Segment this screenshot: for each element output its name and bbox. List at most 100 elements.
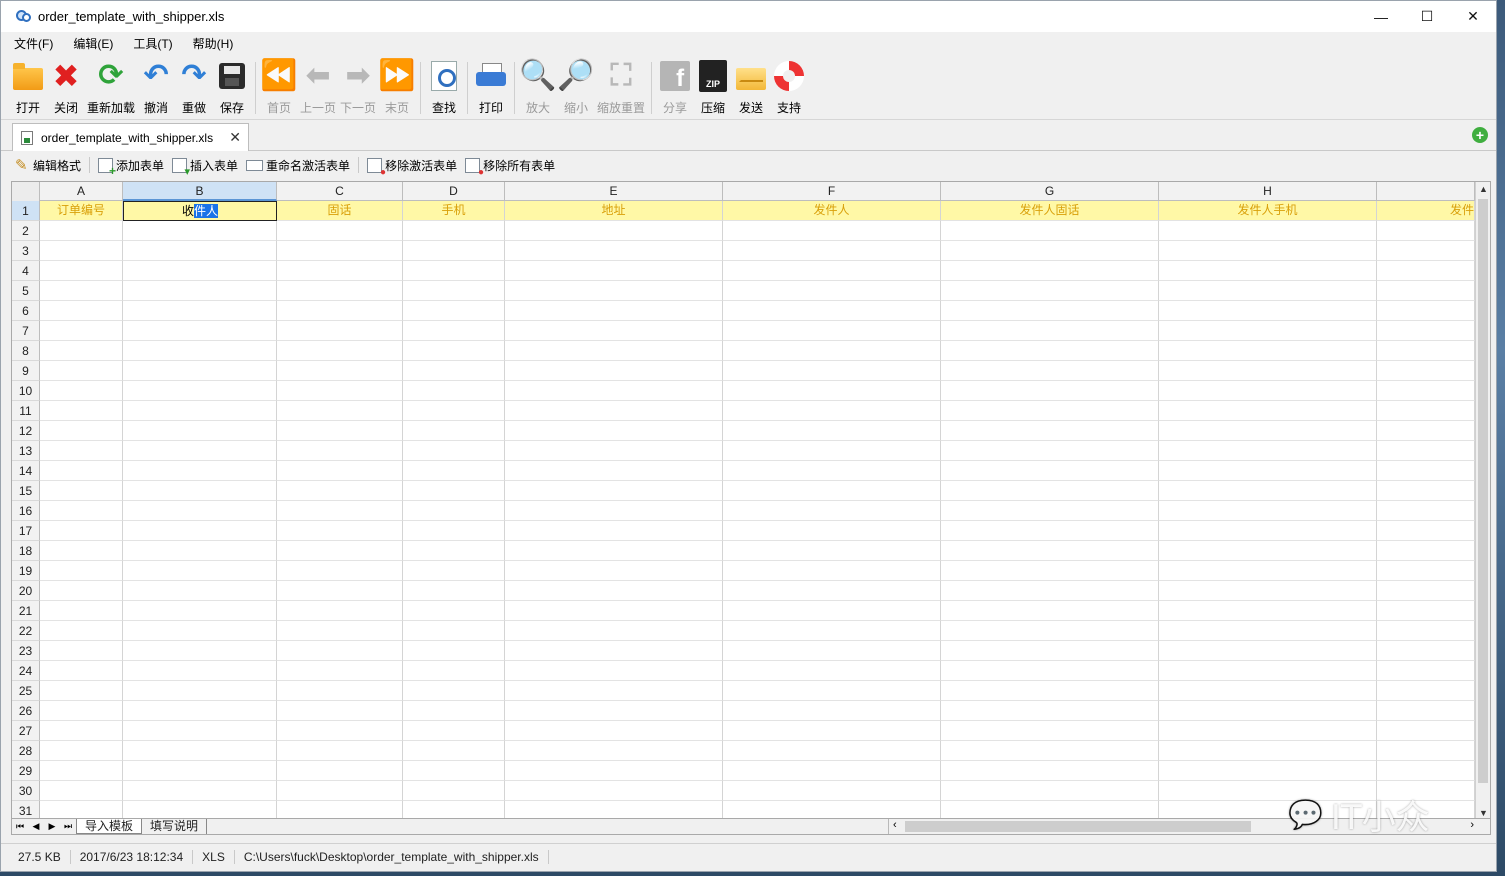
grid-cell[interactable]	[941, 601, 1159, 621]
grid-cell[interactable]	[723, 461, 941, 481]
grid-cell[interactable]	[403, 601, 505, 621]
prev-page-button[interactable]: ⬅ 上一页	[300, 56, 336, 116]
grid-cell[interactable]	[403, 661, 505, 681]
grid-cell[interactable]	[123, 621, 277, 641]
row-header[interactable]: 21	[12, 601, 40, 621]
column-header-c[interactable]: C	[277, 182, 403, 201]
grid-cell[interactable]	[277, 601, 403, 621]
grid-cell[interactable]	[1159, 221, 1377, 241]
row-header[interactable]: 17	[12, 521, 40, 541]
grid-cell[interactable]	[1377, 261, 1475, 281]
grid-cell[interactable]	[941, 561, 1159, 581]
row-header[interactable]: 16	[12, 501, 40, 521]
grid-cell[interactable]	[403, 461, 505, 481]
maximize-button[interactable]: ☐	[1404, 1, 1450, 32]
grid-cell[interactable]	[941, 641, 1159, 661]
column-header-e[interactable]: E	[505, 182, 723, 201]
send-button[interactable]: 发送	[734, 56, 768, 116]
grid-cell[interactable]	[403, 721, 505, 741]
file-tab[interactable]: order_template_with_shipper.xls ✕	[12, 123, 249, 151]
cell-i1[interactable]: 发件	[1377, 201, 1475, 221]
grid-cell[interactable]	[123, 561, 277, 581]
grid-cell[interactable]	[941, 721, 1159, 741]
grid-cell[interactable]	[723, 601, 941, 621]
cell-a1[interactable]: 订单编号	[40, 201, 123, 221]
grid-cell[interactable]	[1377, 301, 1475, 321]
grid-cell[interactable]	[277, 501, 403, 521]
grid-cell[interactable]	[1159, 261, 1377, 281]
grid-cell[interactable]	[403, 801, 505, 818]
cell-c1[interactable]: 固话	[277, 201, 403, 221]
scroll-right-icon[interactable]: ›	[1470, 819, 1474, 831]
grid-cell[interactable]	[123, 661, 277, 681]
row-header[interactable]: 25	[12, 681, 40, 701]
grid-cell[interactable]	[941, 381, 1159, 401]
grid-cell[interactable]	[277, 441, 403, 461]
grid-cell[interactable]	[123, 801, 277, 818]
grid-cell[interactable]	[1377, 441, 1475, 461]
grid-cell[interactable]	[1159, 281, 1377, 301]
row-header[interactable]: 19	[12, 561, 40, 581]
column-header-b[interactable]: B	[123, 182, 277, 201]
grid-cell[interactable]	[40, 721, 123, 741]
last-page-button[interactable]: ⏩ 末页	[378, 56, 415, 116]
close-file-button[interactable]: ✖ 关闭	[49, 56, 83, 116]
grid-cell[interactable]	[1377, 741, 1475, 761]
grid-cell[interactable]	[403, 761, 505, 781]
grid-cell[interactable]	[1159, 481, 1377, 501]
grid-cell[interactable]	[123, 741, 277, 761]
prev-sheet-icon[interactable]: ◀	[28, 821, 44, 832]
row-header[interactable]: 5	[12, 281, 40, 301]
grid-cell[interactable]	[40, 301, 123, 321]
row-header[interactable]: 3	[12, 241, 40, 261]
reload-button[interactable]: ⟳ 重新加载	[87, 56, 135, 116]
grid-cell[interactable]	[1159, 521, 1377, 541]
grid-cell[interactable]	[403, 521, 505, 541]
grid-cell[interactable]	[941, 501, 1159, 521]
grid-cell[interactable]	[123, 261, 277, 281]
menu-file[interactable]: 文件(F)	[11, 33, 56, 54]
grid-cell[interactable]	[277, 321, 403, 341]
grid-cell[interactable]	[723, 441, 941, 461]
menu-edit[interactable]: 编辑(E)	[70, 33, 116, 54]
grid-cell[interactable]	[723, 561, 941, 581]
minimize-button[interactable]: —	[1358, 1, 1404, 32]
grid-cell[interactable]	[505, 241, 723, 261]
grid-cell[interactable]	[505, 261, 723, 281]
grid-cell[interactable]	[40, 261, 123, 281]
grid-cell[interactable]	[40, 801, 123, 818]
grid-cell[interactable]	[277, 621, 403, 641]
grid-cell[interactable]	[403, 701, 505, 721]
grid-cell[interactable]	[723, 781, 941, 801]
cell-b1[interactable]: 收件人	[123, 201, 277, 221]
grid-cell[interactable]	[277, 761, 403, 781]
grid-cell[interactable]	[1377, 341, 1475, 361]
grid-cell[interactable]	[505, 701, 723, 721]
next-page-button[interactable]: ➡ 下一页	[340, 56, 376, 116]
cell-g1[interactable]: 发件人固话	[941, 201, 1159, 221]
open-button[interactable]: 打开	[11, 56, 45, 116]
grid-cell[interactable]	[723, 301, 941, 321]
grid-cell[interactable]	[723, 541, 941, 561]
rename-sheet-button[interactable]: 重命名激活表单	[246, 157, 350, 174]
grid-cell[interactable]	[941, 461, 1159, 481]
grid-cell[interactable]	[941, 321, 1159, 341]
grid-cell[interactable]	[1377, 661, 1475, 681]
row-header[interactable]: 27	[12, 721, 40, 741]
grid-cell[interactable]	[941, 421, 1159, 441]
grid-cell[interactable]	[40, 341, 123, 361]
grid-cell[interactable]	[40, 641, 123, 661]
remove-all-sheets-button[interactable]: 移除所有表单	[465, 157, 555, 178]
grid-cell[interactable]	[505, 601, 723, 621]
grid-cell[interactable]	[40, 521, 123, 541]
grid-cell[interactable]	[505, 761, 723, 781]
row-header[interactable]: 18	[12, 541, 40, 561]
grid-cell[interactable]	[403, 301, 505, 321]
grid-cell[interactable]	[1159, 641, 1377, 661]
row-header[interactable]: 30	[12, 781, 40, 801]
grid-cell[interactable]	[723, 281, 941, 301]
grid-cell[interactable]	[40, 541, 123, 561]
grid-cell[interactable]	[40, 561, 123, 581]
grid-cell[interactable]	[1159, 561, 1377, 581]
grid-cell[interactable]	[277, 661, 403, 681]
